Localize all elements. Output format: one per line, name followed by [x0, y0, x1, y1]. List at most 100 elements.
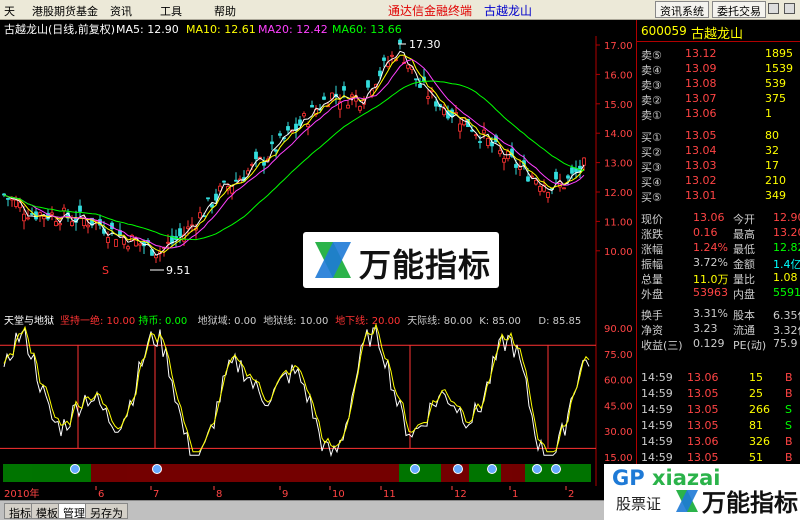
candle-up — [26, 217, 30, 220]
order-price: 13.06 — [685, 107, 717, 120]
signal-dot-icon — [487, 464, 497, 474]
month-label: 10 — [332, 489, 345, 500]
price-tick-label: 14.00 — [604, 129, 633, 140]
candle-down — [570, 167, 574, 174]
stat-row: 外盘 53963 内盘 55919 — [637, 285, 800, 301]
stat-value: 53963 — [693, 286, 728, 299]
stat-value: 0.129 — [693, 337, 725, 350]
news-system-button[interactable]: 资讯系统 — [655, 1, 709, 18]
stat-label: 外盘 — [641, 288, 663, 301]
sell-order-row: 卖④ 13.09 1539 — [637, 61, 800, 77]
signal-dot-icon — [551, 464, 561, 474]
indicator-param-4: 地下线: 20.00 — [335, 314, 400, 327]
candle-down — [566, 175, 570, 179]
candle-up — [114, 239, 118, 247]
candle-down — [398, 39, 402, 44]
indicator-tick-label: 45.00 — [604, 401, 633, 412]
indicator-panel[interactable]: 天堂与地狱 坚持一绝: 10.00 持币: 0.00 地狱域: 0.00 地狱线: 1… — [0, 312, 636, 486]
candle-down — [526, 176, 530, 182]
candle-down — [382, 57, 386, 61]
candle-up — [498, 150, 502, 155]
candle-up — [62, 207, 66, 212]
candle-down — [322, 96, 326, 100]
candle-up — [186, 226, 190, 229]
order-price: 13.09 — [685, 62, 717, 75]
order-volume: 375 — [765, 92, 786, 105]
buy-order-row: 买⑤ 13.01 349 — [637, 188, 800, 204]
order-volume: 80 — [765, 129, 779, 142]
order-volume: 32 — [765, 144, 779, 157]
buy-order-row: 买③ 13.03 17 — [637, 158, 800, 174]
tick-volume: 51 — [749, 451, 763, 464]
stat-row: 现价13.06今开12.90 — [637, 210, 800, 226]
stat2-row: 净资3.23流通3.32亿 — [637, 321, 800, 337]
indicator-tick-label: 90.00 — [604, 324, 633, 335]
candle-down — [78, 205, 82, 212]
order-price: 13.01 — [685, 189, 717, 202]
month-label: 7 — [153, 489, 159, 500]
candle-up — [546, 192, 550, 198]
candle-up — [50, 212, 54, 215]
corner-logo: GP xiazai 股票证 万能指标 — [604, 464, 800, 520]
tick-time: 14:59 — [641, 419, 673, 432]
candle-down — [366, 80, 370, 88]
indicator-tick-label: 15.00 — [604, 453, 633, 464]
candle-up — [350, 94, 354, 98]
order-label: 买⑤ — [641, 191, 662, 204]
month-label: 2 — [568, 489, 574, 500]
watermark-text: 万能指标 — [359, 246, 492, 284]
signal-dot-icon — [152, 464, 162, 474]
menu-item-hk-futures[interactable]: 港股期货基金 — [32, 3, 98, 19]
candle-up — [502, 158, 506, 163]
stat-label: 内盘 — [733, 288, 755, 301]
candle-up — [198, 212, 202, 219]
candle-down — [286, 126, 290, 131]
watermark-icon — [315, 242, 351, 278]
menu-item-news[interactable]: 资讯 — [110, 3, 132, 19]
corner-icon — [676, 490, 698, 512]
tick-volume: 25 — [749, 387, 763, 400]
tick-time: 14:59 — [641, 387, 673, 400]
stock-name: 古越龙山 — [691, 27, 744, 42]
candle-down — [478, 141, 482, 143]
stat2-row: 收益(三) 0.129 PE(动) 75.9 — [637, 336, 800, 352]
candle-up — [230, 185, 234, 194]
candle-down — [6, 197, 10, 200]
candle-up — [58, 223, 62, 226]
buy-order-row: 买④ 13.02 210 — [637, 173, 800, 189]
month-label: 8 — [216, 489, 222, 500]
candle-up — [534, 179, 538, 185]
signal-dot-icon — [410, 464, 420, 474]
high-price-label: 17.30 — [409, 38, 441, 51]
candle-up — [166, 241, 170, 244]
candle-down — [222, 180, 226, 183]
tick-side: B — [785, 451, 793, 464]
price-tick-label: 13.00 — [604, 159, 633, 170]
tick-side: B — [785, 387, 793, 400]
signal-dot-icon — [70, 464, 80, 474]
stat-value: 3.23 — [693, 322, 718, 335]
stock-title: 古越龙山 — [484, 4, 533, 18]
candle-down — [342, 86, 346, 91]
candle-down — [178, 228, 182, 237]
order-price: 13.03 — [685, 159, 717, 172]
price-tick-label: 17.00 — [604, 41, 633, 52]
close-icon[interactable] — [784, 3, 795, 14]
candle-down — [254, 151, 258, 160]
menu-item-tools[interactable]: 工具 — [160, 3, 182, 19]
sell-order-row: 卖③ 13.08 539 — [637, 76, 800, 92]
order-volume: 1539 — [765, 62, 793, 75]
candle-up — [562, 187, 566, 190]
indicator-param-7: D: 85.85 — [538, 316, 581, 327]
tick-volume: 81 — [749, 419, 763, 432]
stat-value: 12.90 — [773, 211, 800, 224]
menu-item-help[interactable]: 帮助 — [214, 3, 236, 19]
menu-item-sky[interactable]: 天 — [4, 3, 15, 19]
sell-order-row: 卖② 13.07 375 — [637, 91, 800, 107]
indicator-param-3: 地狱线: 10.00 — [263, 314, 328, 327]
candle-up — [138, 243, 142, 246]
stat2-row: 换手3.31%股本6.35亿 — [637, 306, 800, 322]
tab-save-as[interactable]: 另存为 — [85, 503, 128, 520]
minimize-icon[interactable] — [768, 3, 779, 14]
trade-button[interactable]: 委托交易 — [712, 1, 766, 18]
